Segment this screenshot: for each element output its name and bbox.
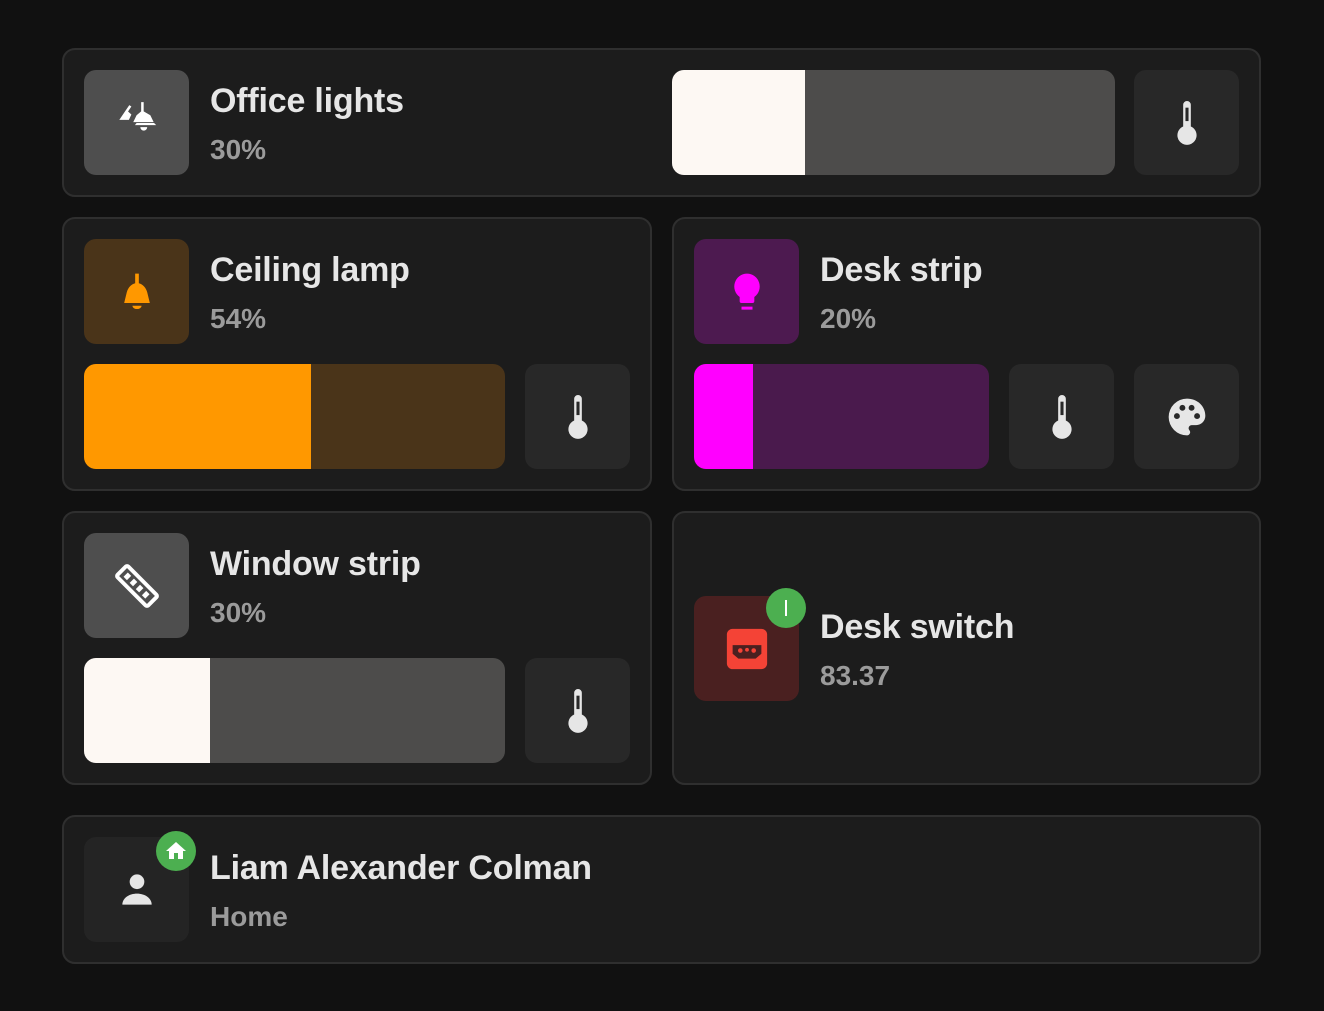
account-icon [121,873,152,905]
palette-icon [1168,398,1205,435]
lightbulb-icon [733,273,760,310]
window-strip-icon-button[interactable] [84,533,189,638]
person-state: Home [210,901,288,932]
thermometer-icon [567,688,588,733]
ceiling-lamp-card[interactable]: Ceiling lamp 54% [62,217,652,491]
slider-fill [84,364,312,469]
office-lights-name: Office lights [210,82,404,120]
office-lights-icon-button[interactable] [84,70,189,175]
slider-fill [694,364,753,469]
home-icon [166,842,186,859]
desk-switch-on-badge [766,588,806,628]
person-card[interactable]: Liam Alexander Colman Home [62,815,1261,964]
window-strip-card[interactable]: Window strip 30% [62,511,652,785]
ceiling-lamp-color-temp-button[interactable] [525,364,630,469]
window-strip-color-temp-button[interactable] [525,658,630,763]
ceiling-lamp-brightness-slider[interactable] [84,364,505,469]
thermometer-icon [567,394,588,439]
power-socket-icon [726,628,767,669]
desk-strip-icon-button[interactable] [694,239,799,344]
ceiling-lamp-state: 54% [210,303,267,334]
desk-strip-color-temp-button[interactable] [1009,364,1114,469]
thermometer-icon [1176,100,1197,145]
office-lights-card[interactable]: Office lights 30% [62,48,1261,197]
desk-strip-card[interactable]: Desk strip 20% [672,217,1261,491]
desk-switch-name: Desk switch [820,608,1015,646]
ceiling-lamp-icon-button[interactable] [84,239,189,344]
desk-switch-card[interactable]: Desk switch 83.37 [672,511,1261,785]
slider-fill [84,658,211,763]
office-lights-brightness-slider[interactable] [672,70,1115,175]
desk-strip-name: Desk strip [820,251,983,289]
slider-fill [672,70,805,175]
window-strip-state: 30% [210,597,267,628]
ceiling-lamp-icon [123,273,150,309]
desk-strip-color-button[interactable] [1134,364,1239,469]
ceiling-lamp-name: Ceiling lamp [210,251,410,289]
led-strip-icon [114,563,159,608]
desk-switch-state: 83.37 [820,660,891,691]
thermometer-icon [1051,394,1072,439]
person-name: Liam Alexander Colman [210,849,592,887]
desk-strip-state: 20% [820,303,877,334]
ceiling-light-multiple-icon [118,101,156,131]
office-lights-state: 30% [210,134,267,165]
window-strip-brightness-slider[interactable] [84,658,505,763]
power-on-icon [785,600,787,616]
window-strip-name: Window strip [210,545,421,583]
person-home-badge [156,831,196,871]
office-lights-color-temp-button[interactable] [1134,70,1239,175]
desk-strip-brightness-slider[interactable] [694,364,989,469]
